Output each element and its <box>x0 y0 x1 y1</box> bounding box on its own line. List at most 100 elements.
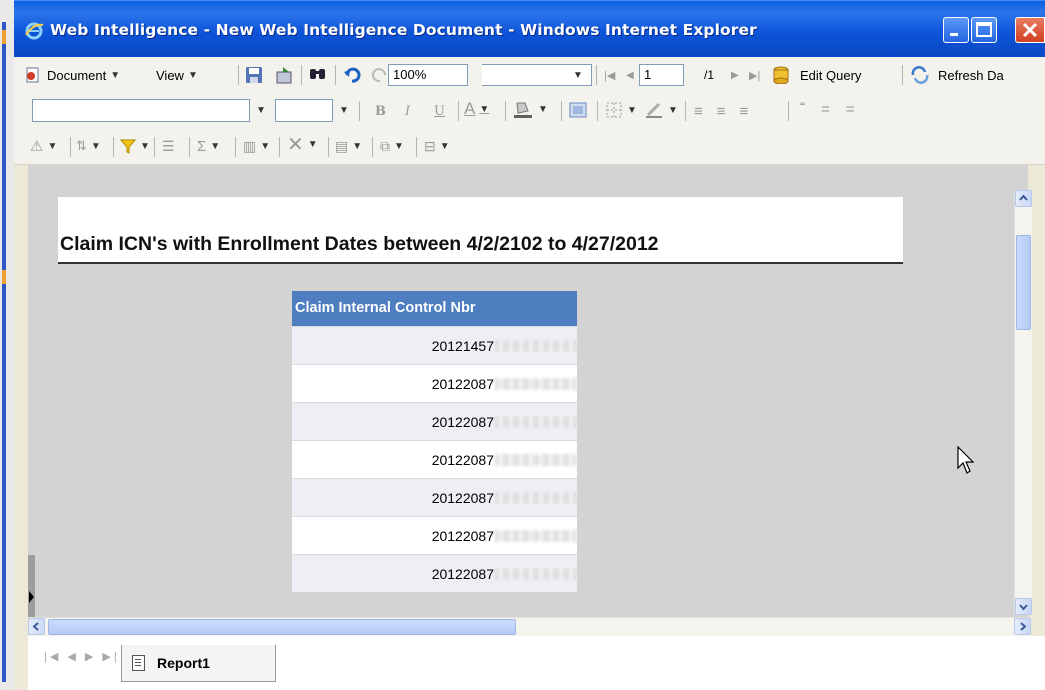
chevron-left-icon <box>32 622 39 631</box>
claims-table[interactable]: Claim Internal Control Nbr 20121457 2012… <box>292 291 577 592</box>
scroll-right-button[interactable] <box>1014 618 1031 635</box>
table-row[interactable]: 20122087 <box>292 364 577 402</box>
edit-query-label: Edit Query <box>800 67 862 83</box>
font-size-field[interactable] <box>275 99 333 122</box>
vertical-align-group[interactable]: ˭ = = <box>800 98 871 120</box>
prev-page-button[interactable]: ◀ <box>626 64 634 86</box>
table-row[interactable]: 20122087 <box>292 478 577 516</box>
insert-column-icon: ▥ <box>243 137 257 154</box>
edit-query-button[interactable]: Edit Query <box>772 64 861 86</box>
claim-icn: 20121457 <box>431 337 494 354</box>
column-header[interactable]: Claim Internal Control Nbr <box>292 291 577 326</box>
bold-icon: B <box>375 103 386 119</box>
picture-icon <box>569 102 587 118</box>
font-color-icon: A <box>464 99 476 118</box>
undo-button[interactable] <box>343 64 361 86</box>
sort-button[interactable]: ⇅ ▼ <box>76 135 101 157</box>
left-panel-toggle[interactable] <box>28 555 35 617</box>
alignment-group[interactable]: ≡ ≡ ≡ <box>694 100 762 122</box>
vertical-scroll-thumb[interactable] <box>1016 235 1031 330</box>
fill-color-button[interactable]: ▼ <box>512 98 548 120</box>
first-page-button[interactable]: |◀ <box>604 64 615 86</box>
table-row[interactable]: 20122087 <box>292 440 577 478</box>
chevron-up-icon <box>1019 194 1028 201</box>
break-button[interactable]: ☰ <box>162 135 175 157</box>
zoom-dropdown-arrow[interactable]: ▼ <box>573 64 583 86</box>
alert-button[interactable]: ⚠ ▼ <box>30 135 57 157</box>
italic-button[interactable]: I <box>405 100 410 122</box>
page-total: /1 <box>704 68 715 82</box>
sum-button[interactable]: Σ ▼ <box>197 135 220 157</box>
align-center-icon[interactable]: ≡ <box>717 103 740 120</box>
report-canvas[interactable]: Claim ICN's with Enrollment Dates betwee… <box>28 165 1028 617</box>
export-icon <box>276 67 292 84</box>
underline-button[interactable]: U <box>434 100 445 122</box>
font-color-button[interactable]: A ▼ <box>464 98 489 120</box>
redo-button[interactable] <box>371 64 389 86</box>
font-name-dropdown[interactable]: ▼ <box>256 99 266 121</box>
italic-icon: I <box>405 103 411 119</box>
table-row[interactable]: 20121457 <box>292 326 577 364</box>
borders-button[interactable]: ▼ <box>605 99 637 121</box>
close-button[interactable] <box>1015 17 1045 43</box>
page-number-field[interactable]: 1 <box>639 64 684 86</box>
horizontal-scrollbar[interactable] <box>28 617 1031 636</box>
table-row[interactable]: 20122087 <box>292 402 577 440</box>
align-left-icon[interactable]: ≡ <box>694 103 717 120</box>
title-underline <box>58 262 903 264</box>
scroll-down-button[interactable] <box>1015 598 1032 615</box>
claim-icn: 20122087 <box>431 489 494 506</box>
next-page-button[interactable]: ▶ <box>731 64 739 86</box>
export-button[interactable] <box>275 64 295 86</box>
delete-icon: ✕ <box>287 133 304 156</box>
refresh-icon <box>911 66 929 84</box>
tab-navigation[interactable]: |◀ ◀ ▶ ▶| <box>44 650 120 663</box>
alert-icon: ⚠ <box>30 138 44 155</box>
horizontal-scroll-thumb[interactable] <box>48 619 516 635</box>
save-button[interactable] <box>245 64 263 86</box>
refresh-label: Refresh Da <box>938 67 1004 83</box>
font-name-field[interactable] <box>32 99 250 122</box>
chevron-down-icon <box>1019 604 1028 611</box>
title-bar[interactable]: Web Intelligence - New Web Intelligence … <box>14 0 1045 58</box>
zoom-value: 100% <box>393 67 427 82</box>
bold-button[interactable]: B <box>375 100 386 122</box>
align-middle-icon[interactable]: = <box>821 101 846 118</box>
border-color-button[interactable]: ▼ <box>644 99 678 121</box>
align-top-icon[interactable]: ˭ <box>800 101 821 118</box>
turn-to-button[interactable]: ▤ ▼ <box>335 135 362 157</box>
image-button[interactable] <box>568 99 588 121</box>
redacted-digits <box>495 453 577 466</box>
table-row[interactable]: 20122087 <box>292 516 577 554</box>
chevron-right-icon <box>1020 622 1027 631</box>
maximize-icon <box>976 22 992 37</box>
save-icon <box>246 67 262 83</box>
delete-button[interactable]: ✕ ▼ <box>287 133 318 156</box>
claim-icn: 20122087 <box>431 375 494 392</box>
last-page-button[interactable]: ▶| <box>749 64 760 86</box>
tab-report1[interactable]: Report1 <box>121 645 276 682</box>
minimize-button[interactable] <box>943 17 969 43</box>
align-bottom-icon[interactable]: = <box>846 101 871 118</box>
filter-button[interactable]: ▼ <box>120 135 150 157</box>
maximize-button[interactable] <box>971 17 997 43</box>
copy-button[interactable]: ⧉ ▼ <box>380 135 404 157</box>
insert-column-button[interactable]: ▥ ▼ <box>243 135 270 157</box>
refresh-button[interactable]: Refresh Da <box>910 64 1004 86</box>
borders-icon <box>606 102 622 118</box>
minimize-icon <box>950 33 958 36</box>
font-size-dropdown[interactable]: ▼ <box>339 99 349 121</box>
align-objects-button[interactable]: ⊟ ▼ <box>424 135 450 157</box>
view-menu[interactable]: View ▼ <box>156 64 198 86</box>
scroll-left-button[interactable] <box>28 618 45 635</box>
zoom-field[interactable]: 100% <box>388 64 468 86</box>
find-button[interactable] <box>308 64 328 86</box>
align-right-icon[interactable]: ≡ <box>740 103 763 120</box>
scroll-up-button[interactable] <box>1015 190 1032 207</box>
table-row[interactable]: 20122087 <box>292 554 577 592</box>
redacted-digits <box>495 339 577 352</box>
vertical-scrollbar[interactable] <box>1014 190 1032 615</box>
page-number-value: 1 <box>644 67 652 82</box>
document-menu[interactable]: Document ▼ <box>24 64 120 86</box>
align-objects-icon: ⊟ <box>424 137 436 154</box>
